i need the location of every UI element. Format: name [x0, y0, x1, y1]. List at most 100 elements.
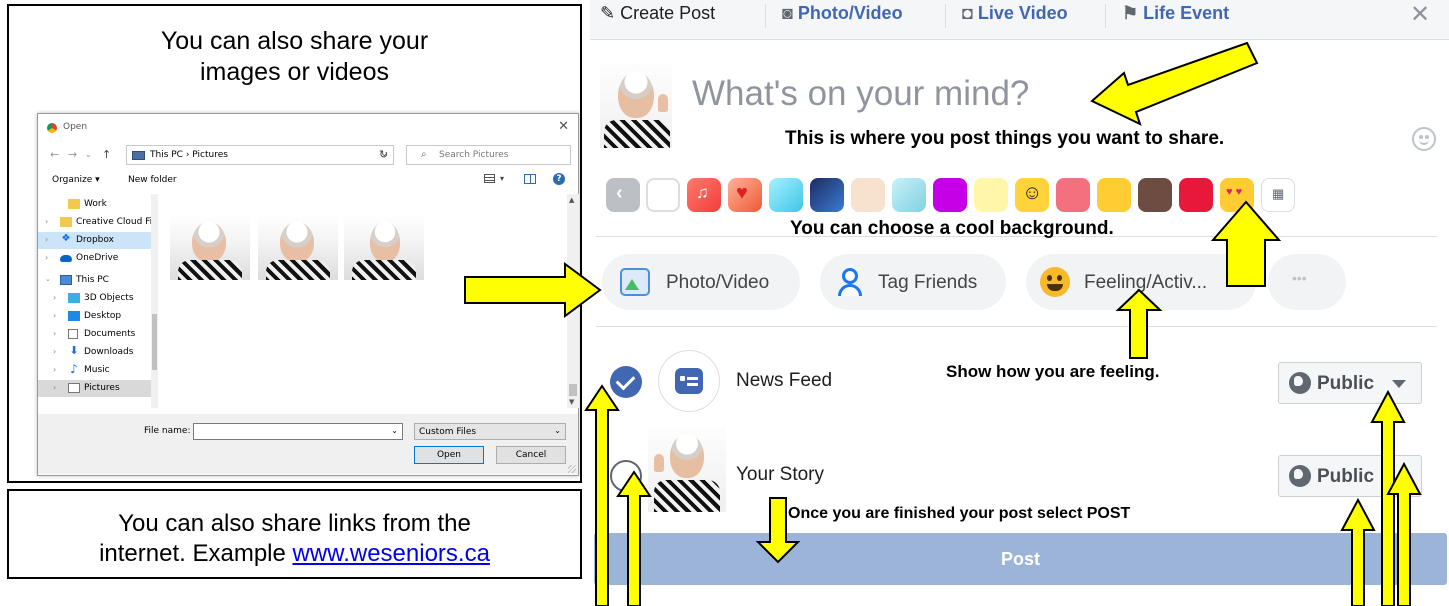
example-link[interactable]: www.weseniors.ca [293, 540, 490, 567]
tab-live-video[interactable]: ◘ Live Video [962, 3, 1068, 24]
tree-item-work[interactable]: Work [38, 196, 158, 213]
dialog-toolbar: Organize ▾ New folder ▾ ? [38, 170, 578, 190]
chevron-right-icon[interactable]: › [53, 383, 56, 392]
music-note-icon: ♫ [696, 183, 709, 202]
recent-dropdown-icon[interactable]: ⌄ [85, 150, 92, 159]
chevron-right-icon[interactable]: › [53, 293, 56, 302]
news-feed-privacy-button[interactable]: Public [1278, 362, 1422, 404]
search-input[interactable]: ⌕ Search Pictures [406, 145, 571, 165]
3d-objects-icon [68, 293, 80, 303]
more-icon: ••• [1292, 270, 1307, 286]
help-icon[interactable]: ? [553, 173, 565, 185]
background-swatch[interactable] [892, 178, 926, 212]
tree-item-3d-objects[interactable]: › 3D Objects [38, 290, 158, 307]
photo-video-button[interactable]: Photo/Video [602, 254, 800, 310]
more-backgrounds-button[interactable]: ▦ [1261, 178, 1295, 212]
background-swatch[interactable] [646, 178, 680, 212]
organize-button[interactable]: Organize ▾ [52, 175, 100, 185]
tree-scrollbar-thumb[interactable] [152, 314, 157, 370]
chevron-down-icon[interactable]: ⌄ [45, 275, 51, 283]
file-name-input[interactable]: ⌄ [193, 423, 403, 440]
tree-item-downloads[interactable]: › ⬇ Downloads [38, 344, 158, 361]
background-swatch[interactable] [1179, 178, 1213, 212]
pc-icon [60, 275, 72, 285]
tree-item-pictures[interactable]: › Pictures [38, 380, 158, 397]
scroll-down-icon[interactable]: ▼ [569, 398, 574, 406]
back-arrow-icon[interactable]: ← [50, 148, 59, 161]
background-swatch[interactable] [769, 178, 803, 212]
background-swatch[interactable] [1056, 178, 1090, 212]
feeling-icon [1040, 267, 1070, 297]
person-head [842, 268, 858, 284]
chevron-down-icon[interactable]: ⌄ [391, 426, 398, 435]
dialog-close-icon[interactable]: ✕ [558, 119, 569, 134]
scroll-up-icon[interactable]: ▲ [569, 196, 574, 204]
tree-scrollbar[interactable] [151, 194, 158, 408]
resize-grip-icon[interactable] [568, 465, 576, 473]
news-feed-checkbox[interactable] [610, 366, 642, 398]
emoji-icon[interactable] [1412, 127, 1436, 151]
action-label: Tag Friends [878, 272, 978, 293]
file-scrollbar[interactable]: ▲ ▼ [567, 194, 579, 408]
tree-item-label: Desktop [84, 311, 122, 321]
your-story-privacy-button[interactable]: Public [1278, 455, 1422, 497]
news-feed-icon [675, 368, 703, 394]
background-swatch[interactable] [1138, 178, 1172, 212]
post-button[interactable]: Post [594, 533, 1447, 585]
tree-item-documents[interactable]: › Documents [38, 326, 158, 343]
close-icon[interactable]: ✕ [1410, 0, 1430, 29]
background-swatch[interactable] [974, 178, 1008, 212]
background-swatch[interactable]: ♫ [687, 178, 721, 212]
chevron-right-icon[interactable]: › [53, 329, 56, 338]
view-options-icon[interactable] [484, 174, 495, 183]
chevron-right-icon[interactable]: › [45, 253, 48, 262]
view-dropdown-icon[interactable]: ▾ [500, 174, 504, 183]
tree-item-dropbox[interactable]: › ❖ Dropbox [38, 232, 158, 249]
tag-friends-button[interactable]: Tag Friends [820, 254, 1006, 310]
tab-create-post[interactable]: ✎ Create Post [600, 3, 715, 24]
tree-item-music[interactable]: › ♪ Music [38, 362, 158, 379]
background-swatch[interactable] [1097, 178, 1131, 212]
background-swatch[interactable]: ☺ [1015, 178, 1049, 212]
tree-item-desktop[interactable]: › Desktop [38, 308, 158, 325]
your-story-checkbox[interactable] [610, 460, 642, 492]
background-prev-button[interactable]: ‹ [606, 178, 640, 212]
background-swatch[interactable] [810, 178, 844, 212]
background-swatch[interactable]: ♥ [728, 178, 762, 212]
your-story-label: Your Story [736, 464, 825, 485]
tree-item-label: 3D Objects [84, 293, 134, 303]
tree-item-onedrive[interactable]: › OneDrive [38, 250, 158, 267]
forward-arrow-icon[interactable]: → [68, 148, 77, 161]
address-bar[interactable]: This PC › Pictures ⌄ [126, 145, 394, 165]
chevron-right-icon[interactable]: › [45, 217, 48, 226]
desktop-icon [68, 311, 80, 321]
new-folder-button[interactable]: New folder [128, 175, 177, 185]
up-arrow-icon[interactable]: ↑ [102, 148, 111, 161]
divider [596, 326, 1437, 327]
refresh-icon[interactable]: ↻ [379, 148, 388, 161]
annotation-show-feeling: Show how you are feeling. [946, 362, 1160, 381]
chevron-right-icon[interactable]: › [45, 235, 48, 244]
cancel-button[interactable]: Cancel [496, 446, 566, 464]
background-swatch[interactable] [851, 178, 885, 212]
photo-thumbnail[interactable] [258, 214, 338, 280]
chevron-right-icon[interactable]: › [53, 347, 56, 356]
background-swatch[interactable] [933, 178, 967, 212]
photo-shirt [352, 260, 416, 280]
file-type-select[interactable]: Custom Files ⌄ [414, 423, 566, 440]
chevron-right-icon[interactable]: › [53, 365, 56, 374]
post-text-input[interactable]: What's on your mind? [692, 74, 1029, 114]
photo-thumbnail[interactable] [170, 214, 250, 280]
open-button[interactable]: Open [414, 446, 484, 464]
file-scrollbar-thumb[interactable] [569, 384, 577, 396]
photo-thumbnail[interactable] [344, 214, 424, 280]
tree-item-creative-cloud[interactable]: › Creative Cloud Fil [38, 214, 158, 231]
background-swatch[interactable]: ♥ ♥ [1220, 178, 1254, 212]
feeling-activity-button[interactable]: Feeling/Activ... [1026, 254, 1256, 310]
tab-photo-video[interactable]: ◙ Photo/Video [782, 3, 903, 24]
preview-pane-icon[interactable] [524, 174, 536, 184]
tab-life-event[interactable]: ⚑ Life Event [1122, 3, 1229, 24]
chevron-right-icon[interactable]: › [53, 311, 56, 320]
tree-item-this-pc[interactable]: ⌄ This PC [38, 272, 158, 289]
more-options-button[interactable]: ••• [1268, 254, 1346, 310]
